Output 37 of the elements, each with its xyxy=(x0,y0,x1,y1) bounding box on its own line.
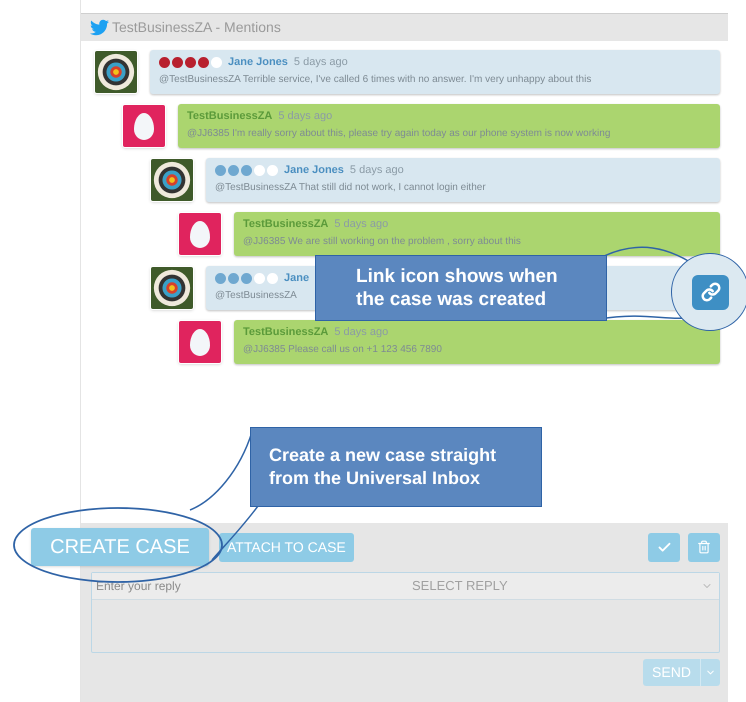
author-name[interactable]: TestBusinessZA xyxy=(243,324,328,340)
author-name[interactable]: TestBusinessZA xyxy=(187,108,272,124)
attach-to-case-button[interactable]: ATTACH TO CASE xyxy=(219,532,354,562)
callout-text: Link icon shows when the case was created xyxy=(356,265,559,311)
callout-text: Create a new case straight from the Universal Inbox xyxy=(269,444,498,490)
message-time: 5 days ago xyxy=(334,324,388,340)
author-name[interactable]: Jane Jones xyxy=(228,54,288,70)
check-button[interactable] xyxy=(648,532,680,562)
egg-avatar-icon xyxy=(178,320,222,364)
egg-avatar-icon xyxy=(122,104,166,148)
author-name[interactable]: Jane xyxy=(284,270,310,286)
panel-title: TestBusinessZA - Mentions xyxy=(112,18,281,37)
target-avatar-drawing xyxy=(94,50,138,94)
message-text: @JJ6385 Please call us on +1 123 456 7890 xyxy=(243,343,442,357)
egg-avatar-icon xyxy=(178,212,222,256)
message-time: 5 days ago xyxy=(294,54,348,70)
reply-input[interactable]: Enter your reply xyxy=(92,573,292,600)
message-time: 5 days ago xyxy=(278,108,332,124)
target-avatar-drawing xyxy=(150,158,194,202)
message-time: 5 days ago xyxy=(350,162,404,178)
bird-icon xyxy=(90,18,109,37)
message-time: 5 days ago xyxy=(334,216,388,232)
create-case-button[interactable]: CREATE CASE xyxy=(31,528,209,566)
message-text: @TestBusinessZA That still did not work, I cannot login either xyxy=(215,181,486,195)
trash-icon xyxy=(697,540,711,554)
link-icon[interactable] xyxy=(692,274,729,310)
delete-button[interactable] xyxy=(688,532,720,562)
message-text: @TestBusinessZA Terrible service, I've called 6 times with no answer. I'm very unhappy about this xyxy=(159,73,592,87)
message-text: @JJ6385 I'm really sorry about this, please try again today as our phone system is now working xyxy=(187,127,610,141)
author-name[interactable]: Jane Jones xyxy=(284,162,344,178)
select-reply-dropdown[interactable]: SELECT REPLY xyxy=(292,573,719,600)
message-text: @JJ6385 We are still working on the problem , sorry about this xyxy=(243,235,521,249)
author-name[interactable]: TestBusinessZA xyxy=(243,216,328,232)
send-button[interactable]: SEND xyxy=(643,659,720,686)
target-avatar-drawing xyxy=(150,266,194,310)
message-text: @TestBusinessZA xyxy=(215,289,297,303)
reply-box[interactable]: Enter your reply SELECT REPLY xyxy=(91,572,720,653)
